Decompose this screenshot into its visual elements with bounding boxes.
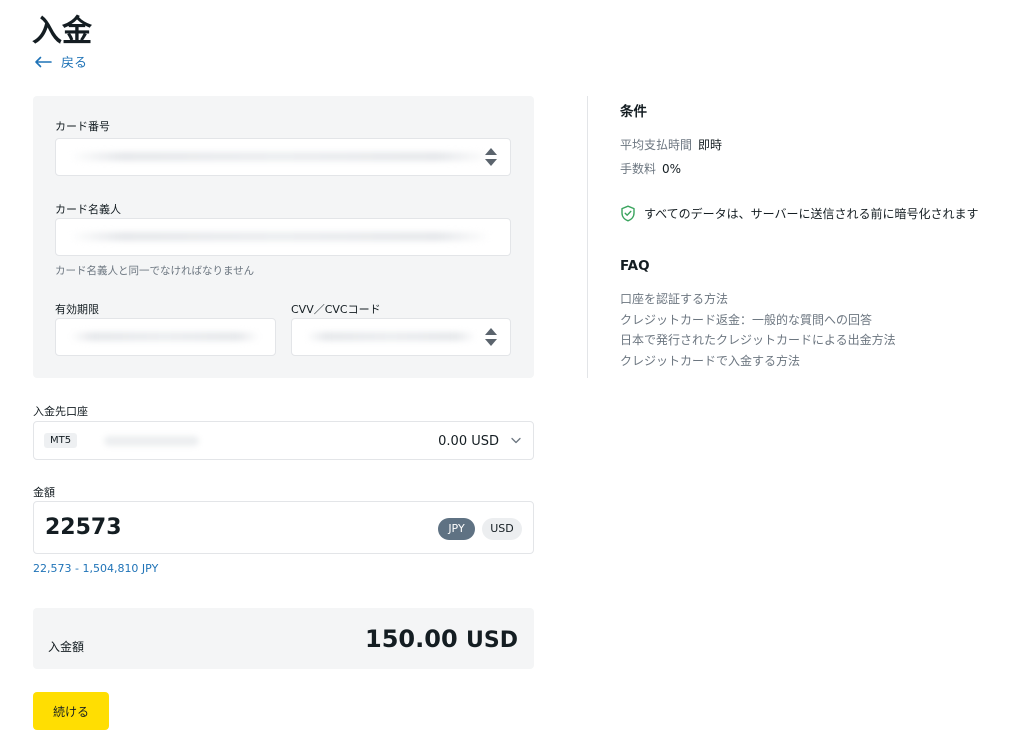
arrow-left-icon: [35, 56, 52, 67]
cardholder-input[interactable]: [55, 218, 511, 256]
processing-time-value: 即時: [698, 138, 723, 152]
amount-range: 22,573 - 1,504,810 JPY: [33, 562, 159, 575]
card-details-panel: カード番号 カード名義人 カード名義人と同一でなければなりません 有効期限 CV…: [33, 96, 534, 378]
back-label: 戻る: [61, 56, 88, 71]
security-note: すべてのデータは、サーバーに送信される前に暗号化されます: [620, 205, 979, 222]
processing-time-label: 平均支払時間: [620, 138, 693, 152]
processing-time-row: 平均支払時間 即時: [620, 136, 722, 153]
total-label: 入金額: [48, 640, 85, 654]
card-selector-spinner-icon[interactable]: [484, 146, 498, 168]
account-select[interactable]: MT5 0.00 USD: [33, 421, 534, 460]
masked-cardholder-name: [70, 232, 490, 241]
security-note-text: すべてのデータは、サーバーに送信される前に暗号化されます: [644, 207, 979, 221]
faq-list: 口座を認証する方法 クレジットカード返金：一般的な質問への回答 日本で発行された…: [620, 289, 896, 371]
chevron-down-icon: [511, 437, 521, 444]
masked-card-number: [70, 152, 490, 161]
shield-check-icon: [621, 205, 635, 222]
masked-cvv: [306, 332, 476, 341]
masked-account-number: [104, 436, 199, 446]
cvv-spinner-icon[interactable]: [484, 326, 498, 348]
total-amount: 150.00: [365, 625, 458, 653]
faq-item-card-deposit[interactable]: クレジットカードで入金する方法: [620, 351, 896, 372]
conditions-heading: 条件: [620, 104, 647, 120]
faq-item-card-refund[interactable]: クレジットカード返金：一般的な質問への回答: [620, 310, 896, 331]
cvv-input[interactable]: [291, 318, 511, 356]
total-value: 150.00 USD: [365, 625, 518, 653]
cardholder-hint: カード名義人と同一でなければなりません: [55, 265, 255, 277]
amount-value: 22573: [45, 515, 122, 540]
account-type-badge: MT5: [44, 433, 78, 448]
expiry-label: 有効期限: [55, 303, 99, 316]
currency-toggle-usd[interactable]: USD: [482, 518, 522, 540]
total-currency: USD: [466, 628, 518, 653]
fee-row: 手数料 0%: [620, 160, 681, 177]
faq-item-japan-card-withdrawal[interactable]: 日本で発行されたクレジットカードによる出金方法: [620, 330, 896, 351]
expiry-input[interactable]: [55, 318, 276, 356]
sidebar-divider: [587, 96, 588, 378]
amount-input[interactable]: 22573 JPY USD: [33, 501, 534, 554]
page-title: 入金: [32, 14, 92, 49]
continue-button[interactable]: 続ける: [33, 692, 109, 730]
masked-expiry: [70, 332, 260, 341]
cardholder-label: カード名義人: [55, 203, 121, 216]
amount-label: 金額: [33, 486, 55, 499]
cvv-label: CVV／CVCコード: [291, 303, 381, 316]
fee-label: 手数料: [620, 162, 657, 176]
account-label: 入金先口座: [33, 405, 88, 418]
card-number-label: カード番号: [55, 120, 110, 133]
deposit-total-panel: 入金額 150.00 USD: [33, 608, 534, 669]
back-link[interactable]: 戻る: [34, 52, 87, 71]
faq-heading: FAQ: [620, 258, 650, 274]
fee-value: 0%: [662, 162, 682, 176]
account-balance: 0.00 USD: [438, 434, 499, 449]
faq-item-verify-account[interactable]: 口座を認証する方法: [620, 289, 896, 310]
card-number-input[interactable]: [55, 138, 511, 176]
currency-toggle-jpy[interactable]: JPY: [438, 518, 475, 540]
